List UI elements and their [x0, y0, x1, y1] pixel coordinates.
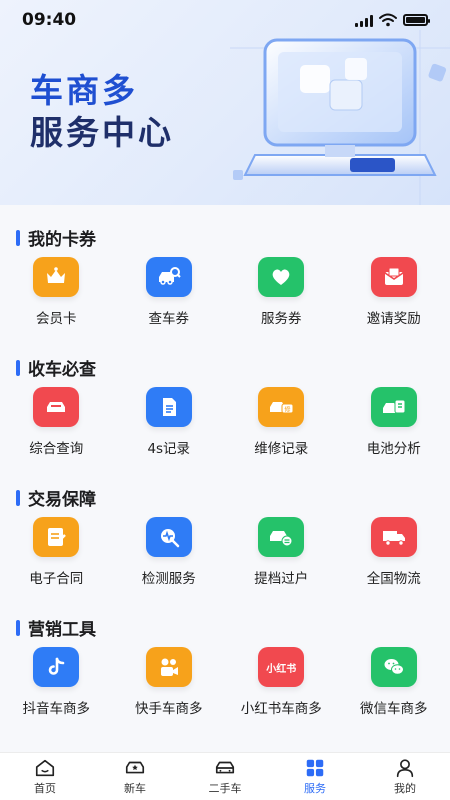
- status-icons: [355, 13, 430, 27]
- car-repair-icon: 修: [258, 387, 305, 427]
- feature-label: 电子合同: [29, 571, 84, 587]
- bottom-tab-bar: 首页 新车 二手车 服务 我的: [0, 752, 450, 800]
- feature-label: 电池分析: [366, 441, 421, 457]
- feature-membership-card[interactable]: 会员卡: [0, 257, 113, 327]
- hero-banner: 09:40 车商多 服务中心: [0, 0, 450, 205]
- section-must-check: 收车必查 综合查询 4s记录 修 维修记录 电池分析: [0, 335, 450, 465]
- feature-repair-records[interactable]: 修 维修记录: [225, 387, 338, 457]
- feature-grid: 会员卡 查车券 服务券 邀请奖励: [0, 257, 450, 327]
- service-content: 我的卡券 会员卡 查车券 服务券 邀请奖励 收车必查 综合查询 4s记录 修 维…: [0, 205, 450, 752]
- feature-battery-analysis[interactable]: 电池分析: [338, 387, 450, 457]
- home-icon: [35, 759, 55, 777]
- kuaishou-icon: [145, 647, 192, 687]
- user-icon: [396, 759, 414, 778]
- feature-label: 服务券: [261, 311, 302, 327]
- section-accent-bar: [16, 229, 20, 246]
- feature-ownership-transfer[interactable]: 提档过户: [225, 517, 338, 587]
- section-my-coupons: 我的卡券 会员卡 查车券 服务券 邀请奖励: [0, 205, 450, 335]
- xiaohongshu-logo-text: 小红书: [266, 663, 297, 675]
- feature-label: 全国物流: [366, 571, 421, 587]
- feature-douyin[interactable]: 抖音车商多: [0, 647, 113, 717]
- hero-title: 车商多 服务中心: [30, 70, 174, 154]
- hero-title-line2: 服务中心: [30, 113, 174, 152]
- feature-label: 快手车商多: [135, 701, 203, 717]
- section-title: 营销工具: [28, 620, 96, 640]
- crown-icon: [33, 257, 80, 297]
- section-trade-guarantee: 交易保障 电子合同 检测服务 提档过户 全国物流: [0, 465, 450, 595]
- feature-inspection-service[interactable]: 检测服务: [113, 517, 226, 587]
- feature-label: 抖音车商多: [22, 701, 91, 717]
- hero-title-line1: 车商多: [30, 71, 138, 110]
- feature-label: 综合查询: [29, 441, 84, 457]
- tab-label: 服务: [304, 782, 326, 795]
- inspect-icon: [145, 517, 192, 557]
- feature-comprehensive-query[interactable]: 综合查询: [0, 387, 113, 457]
- feature-label: 提档过户: [254, 571, 309, 587]
- feature-label: 4s记录: [147, 441, 191, 457]
- section-heading: 收车必查: [16, 355, 96, 380]
- computer-illustration: [230, 30, 450, 205]
- tab-used-car[interactable]: 二手车: [180, 753, 270, 800]
- document-icon: [145, 387, 192, 427]
- new-car-icon: [125, 761, 145, 774]
- tab-label: 我的: [394, 782, 416, 795]
- section-title: 交易保障: [28, 490, 96, 510]
- tab-label: 首页: [34, 782, 56, 795]
- douyin-icon: [33, 647, 80, 687]
- truck-icon: [370, 517, 417, 557]
- section-heading: 交易保障: [16, 485, 96, 510]
- section-marketing-tools: 营销工具 抖音车商多 快手车商多 小红书 小红书车商多 微信车商多: [0, 595, 450, 725]
- feature-grid: 综合查询 4s记录 修 维修记录 电池分析: [0, 387, 450, 457]
- signal-icon: [355, 14, 373, 27]
- feature-invite-reward[interactable]: 邀请奖励: [338, 257, 450, 327]
- feature-national-logistics[interactable]: 全国物流: [338, 517, 450, 587]
- tab-service[interactable]: 服务: [270, 753, 360, 800]
- section-accent-bar: [16, 359, 20, 376]
- section-accent-bar: [16, 619, 20, 636]
- grid-icon: [306, 759, 324, 777]
- section-title: 我的卡券: [28, 230, 96, 250]
- section-heading: 营销工具: [16, 615, 96, 640]
- feature-label: 邀请奖励: [366, 311, 421, 327]
- used-car-icon: [215, 761, 235, 774]
- battery-icon: [403, 14, 430, 26]
- tab-label: 二手车: [208, 782, 242, 795]
- wechat-icon: [370, 647, 417, 687]
- heart-icon: [258, 257, 305, 297]
- xiaohongshu-icon: 小红书: [258, 647, 305, 687]
- car-transfer-icon: [258, 517, 305, 557]
- feature-label: 微信车商多: [360, 701, 428, 717]
- section-heading: 我的卡券: [16, 225, 96, 250]
- svg-text:修: 修: [285, 406, 291, 414]
- wifi-icon: [379, 13, 397, 27]
- feature-label: 会员卡: [36, 311, 77, 327]
- tab-new-car[interactable]: 新车: [90, 753, 180, 800]
- battery-car-icon: [370, 387, 417, 427]
- envelope-icon: [370, 257, 417, 297]
- feature-kuaishou[interactable]: 快手车商多: [113, 647, 226, 717]
- car-search-icon: [145, 257, 192, 297]
- feature-service-coupon[interactable]: 服务券: [225, 257, 338, 327]
- feature-label: 维修记录: [254, 441, 309, 457]
- section-accent-bar: [16, 489, 20, 506]
- feature-label: 小红书车商多: [240, 701, 322, 717]
- contract-icon: [33, 517, 80, 557]
- section-title: 收车必查: [28, 360, 96, 380]
- status-time: 09:40: [22, 10, 77, 30]
- feature-grid: 抖音车商多 快手车商多 小红书 小红书车商多 微信车商多: [0, 647, 450, 717]
- tab-home[interactable]: 首页: [0, 753, 90, 800]
- feature-wechat[interactable]: 微信车商多: [338, 647, 450, 717]
- tab-label: 新车: [124, 782, 146, 795]
- tab-mine[interactable]: 我的: [360, 753, 450, 800]
- feature-label: 查车券: [148, 311, 190, 327]
- feature-xiaohongshu[interactable]: 小红书 小红书车商多: [225, 647, 338, 717]
- car-icon: [33, 387, 80, 427]
- feature-e-contract[interactable]: 电子合同: [0, 517, 113, 587]
- feature-grid: 电子合同 检测服务 提档过户 全国物流: [0, 517, 450, 587]
- feature-label: 检测服务: [141, 571, 196, 587]
- feature-car-check-coupon[interactable]: 查车券: [113, 257, 226, 327]
- feature-4s-records[interactable]: 4s记录: [113, 387, 226, 457]
